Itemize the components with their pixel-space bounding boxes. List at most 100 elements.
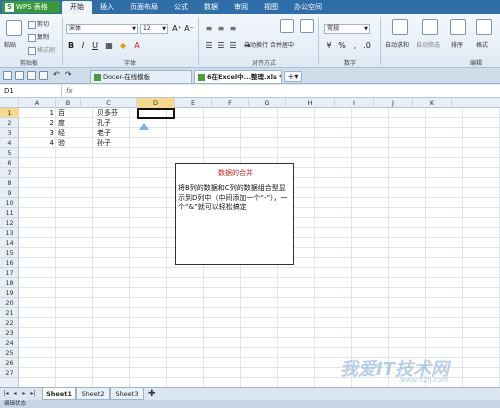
instruction-textbox[interactable]: 数据的合并 将B列的数据和C列的数据组合型显示到D列中（中间添加一个“-”），一… xyxy=(175,163,294,265)
row-header[interactable]: 3 xyxy=(0,128,19,138)
row-header[interactable]: 2 xyxy=(0,118,19,128)
align-top-icon[interactable]: ≡ xyxy=(204,24,214,34)
cell-b3[interactable]: 经 xyxy=(58,128,65,138)
cell-a3[interactable]: 3 xyxy=(19,128,54,138)
print-icon[interactable] xyxy=(27,71,36,80)
underline-button[interactable]: U xyxy=(90,41,100,51)
cell-a1[interactable]: 1 xyxy=(19,108,54,118)
row-header[interactable]: 22 xyxy=(0,318,19,328)
row-header[interactable]: 15 xyxy=(0,248,19,258)
sort-icon[interactable] xyxy=(450,19,466,35)
row-header[interactable]: 20 xyxy=(0,298,19,308)
add-sheet-icon[interactable]: ✚ xyxy=(148,389,156,399)
prev-sheet-icon[interactable]: ◂ xyxy=(11,390,19,398)
cell-b2[interactable]: 度 xyxy=(58,118,65,128)
active-cell-d1[interactable] xyxy=(137,108,175,119)
tab-review[interactable]: 审阅 xyxy=(226,1,256,14)
align-center-icon[interactable]: ☰ xyxy=(216,41,226,51)
row-header[interactable]: 16 xyxy=(0,258,19,268)
open-icon[interactable] xyxy=(15,71,24,80)
column-header[interactable]: C xyxy=(81,98,137,108)
cell-c2[interactable]: 孔子 xyxy=(97,118,111,128)
sort-button[interactable]: 排序 xyxy=(451,40,463,49)
column-header[interactable]: K xyxy=(413,98,452,108)
preview-icon[interactable] xyxy=(39,71,48,80)
tab-page-layout[interactable]: 页面布局 xyxy=(122,1,166,14)
row-header[interactable]: 24 xyxy=(0,338,19,348)
font-name-select[interactable]: 宋体 ▼ xyxy=(66,24,138,34)
row-header[interactable]: 11 xyxy=(0,208,19,218)
column-header[interactable]: E xyxy=(175,98,212,108)
tab-formulas[interactable]: 公式 xyxy=(166,1,196,14)
shrink-font-button[interactable]: A⁻ xyxy=(184,24,194,34)
row-header[interactable]: 21 xyxy=(0,308,19,318)
copy-button[interactable]: 复制 xyxy=(28,32,49,42)
doc-tab-docer[interactable]: Docer-在线模板 xyxy=(90,70,192,83)
tab-data[interactable]: 数据 xyxy=(196,1,226,14)
cell-b4[interactable]: 验 xyxy=(58,138,65,148)
merge-center-button[interactable]: 合并居中 xyxy=(270,40,294,49)
row-header[interactable]: 25 xyxy=(0,348,19,358)
column-header[interactable]: A xyxy=(19,98,56,108)
cell-a2[interactable]: 2 xyxy=(19,118,54,128)
row-header[interactable]: 9 xyxy=(0,188,19,198)
column-header[interactable]: B xyxy=(56,98,81,108)
undo-icon[interactable]: ↶ xyxy=(53,71,62,80)
sheet-tab-2[interactable]: Sheet2 xyxy=(76,388,110,400)
cell-b1[interactable]: 百 xyxy=(58,108,65,118)
tab-home[interactable]: 开始 xyxy=(62,1,92,14)
row-header[interactable]: 12 xyxy=(0,218,19,228)
merge-icon[interactable] xyxy=(280,19,294,33)
column-header[interactable]: F xyxy=(212,98,249,108)
row-header[interactable]: 6 xyxy=(0,158,19,168)
save-icon[interactable] xyxy=(3,71,12,80)
column-header-selected[interactable]: D xyxy=(137,98,175,108)
border-icon[interactable]: ▦ xyxy=(104,41,114,51)
align-right-icon[interactable]: ☰ xyxy=(228,41,238,51)
row-header[interactable]: 10 xyxy=(0,198,19,208)
align-middle-icon[interactable]: ≡ xyxy=(216,24,226,34)
row-header[interactable]: 27 xyxy=(0,368,19,378)
name-box[interactable]: D1 xyxy=(0,85,62,97)
autosum-icon[interactable] xyxy=(392,19,408,35)
last-sheet-icon[interactable]: ▸| xyxy=(29,390,37,398)
sheet-tab-1[interactable]: Sheet1 xyxy=(42,388,76,400)
row-header[interactable]: 17 xyxy=(0,268,19,278)
align-bottom-icon[interactable]: ≡ xyxy=(228,24,238,34)
comma-icon[interactable]: , xyxy=(350,41,360,51)
new-tab-button[interactable]: +▾ xyxy=(284,71,302,82)
decimal-icon[interactable]: .0 xyxy=(362,41,372,51)
paste-button[interactable]: 粘贴 xyxy=(4,40,16,49)
row-header[interactable]: 7 xyxy=(0,168,19,178)
cut-button[interactable]: 剪切 xyxy=(28,19,49,29)
italic-button[interactable]: I xyxy=(78,41,88,51)
tab-office-space[interactable]: 办公空间 xyxy=(286,1,330,14)
fill-color-icon[interactable]: ◆ xyxy=(118,41,128,51)
column-header[interactable]: I xyxy=(335,98,374,108)
row-header[interactable]: 4 xyxy=(0,138,19,148)
first-sheet-icon[interactable]: |◂ xyxy=(2,390,10,398)
percent-icon[interactable]: % xyxy=(337,41,347,51)
next-sheet-icon[interactable]: ▸ xyxy=(20,390,28,398)
number-format-select[interactable]: 常规 ▼ xyxy=(324,24,370,34)
select-all-corner[interactable] xyxy=(0,98,19,108)
app-menu-button[interactable]: S WPS 表格 xyxy=(2,1,60,13)
autosum-button[interactable]: 自动求和 xyxy=(385,40,409,49)
row-header[interactable]: 19 xyxy=(0,288,19,298)
tab-view[interactable]: 视图 xyxy=(256,1,286,14)
filter-button[interactable]: 自动筛选 xyxy=(416,40,440,49)
cell-c1[interactable]: 贝多芬 xyxy=(97,108,118,118)
row-header[interactable]: 5 xyxy=(0,148,19,158)
grow-font-button[interactable]: A⁺ xyxy=(172,24,182,34)
currency-icon[interactable]: ¥ xyxy=(324,41,334,51)
column-header[interactable]: H xyxy=(286,98,335,108)
row-header[interactable]: 26 xyxy=(0,358,19,368)
format-button[interactable]: 格式 xyxy=(476,40,488,49)
paste-icon[interactable] xyxy=(6,20,22,36)
row-header[interactable]: 23 xyxy=(0,328,19,338)
cell-c4[interactable]: 孙子 xyxy=(97,138,111,148)
bold-button[interactable]: B xyxy=(66,41,76,51)
row-header[interactable]: 18 xyxy=(0,278,19,288)
row-header[interactable]: 13 xyxy=(0,228,19,238)
column-header[interactable]: J xyxy=(374,98,413,108)
